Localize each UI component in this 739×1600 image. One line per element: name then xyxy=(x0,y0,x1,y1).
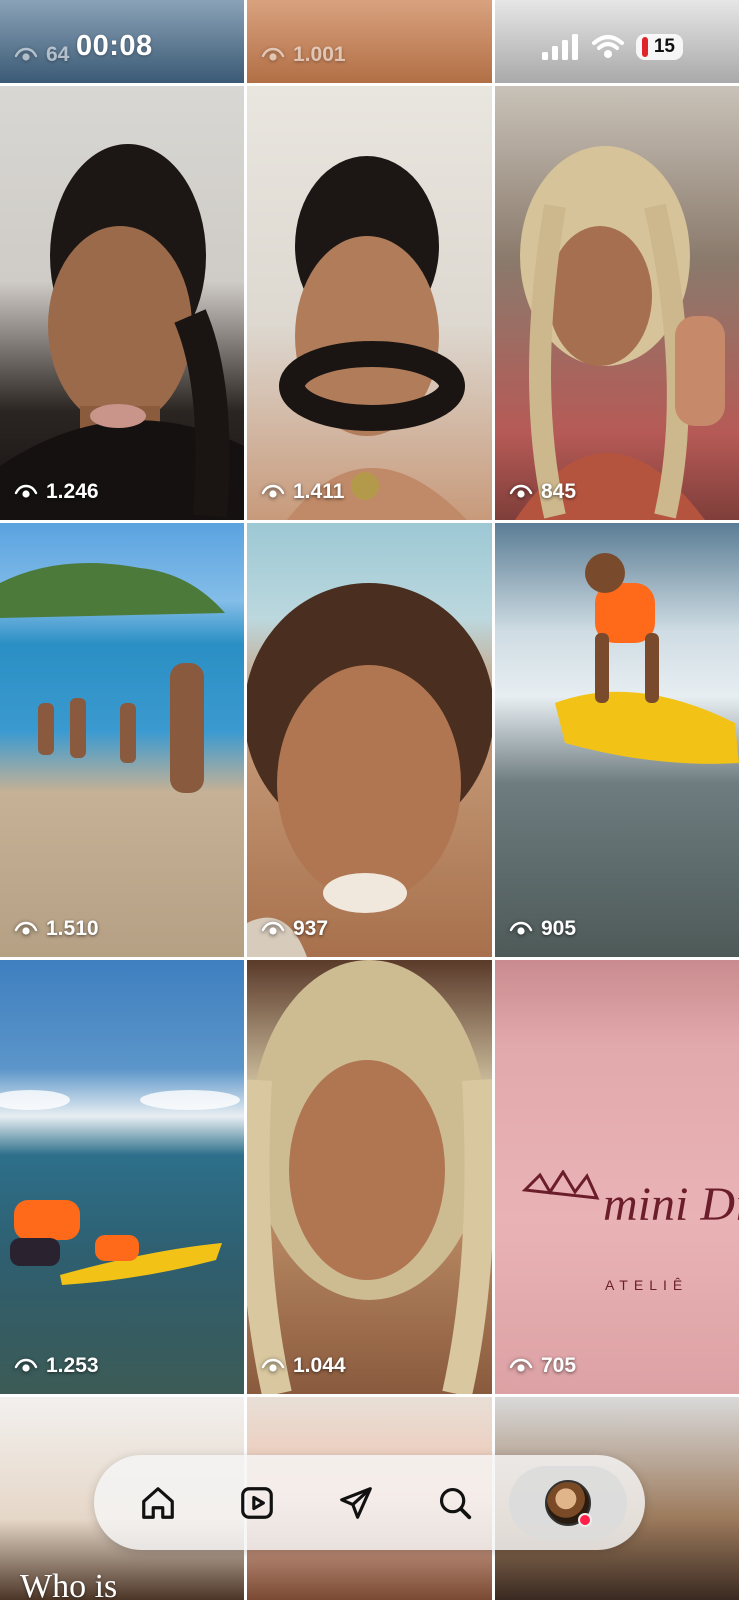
reel-thumbnail[interactable]: 1.001 xyxy=(247,0,492,83)
reel-thumbnail[interactable]: 1.411 xyxy=(247,86,492,520)
mini-diva-logo: mini Diva ATELIÊ xyxy=(505,1169,739,1315)
bottom-nav-bar xyxy=(94,1455,645,1550)
reels-grid: 64 1.001 1.246 1.411 845 1.510 937 905 1… xyxy=(0,0,739,1600)
portrait-photo xyxy=(515,146,725,520)
view-count: 845 xyxy=(509,480,576,504)
battery-level-icon xyxy=(641,37,648,57)
view-count: 1.411 xyxy=(261,480,344,504)
nav-reels-button[interactable] xyxy=(212,1466,302,1540)
reel-thumbnail[interactable]: 845 xyxy=(495,86,739,520)
overlay-text: Who is xyxy=(20,1568,118,1600)
send-icon xyxy=(339,1486,372,1519)
svg-text:mini Diva: mini Diva xyxy=(603,1178,739,1231)
view-count: 905 xyxy=(509,917,576,941)
eye-icon xyxy=(261,47,285,61)
view-count: 937 xyxy=(261,917,328,941)
signal-icon xyxy=(541,34,578,60)
beach-photo xyxy=(0,563,225,793)
battery-indicator: 15 xyxy=(635,34,683,60)
eye-icon xyxy=(14,484,38,498)
surf-photo xyxy=(555,553,739,764)
view-count: 1.246 xyxy=(14,480,99,504)
status-time: 00:08 xyxy=(76,30,153,62)
view-count: 1.001 xyxy=(261,43,346,67)
eye-icon xyxy=(261,921,285,935)
child-portrait-photo xyxy=(247,583,492,957)
portrait-photo xyxy=(279,156,467,520)
reel-thumbnail[interactable]: 1.044 xyxy=(247,960,492,1394)
reel-thumbnail[interactable]: 937 xyxy=(247,523,492,957)
portrait-photo xyxy=(0,144,244,520)
eye-icon xyxy=(261,484,285,498)
eye-icon xyxy=(509,1358,533,1372)
reel-thumbnail[interactable]: 905 xyxy=(495,523,739,957)
wifi-icon xyxy=(591,35,624,58)
view-count: 1.253 xyxy=(14,1354,99,1378)
eye-icon xyxy=(509,921,533,935)
reel-thumbnail[interactable]: 1.246 xyxy=(0,86,244,520)
view-count: 1.044 xyxy=(261,1354,346,1378)
nav-messages-button[interactable] xyxy=(311,1466,401,1540)
eye-icon xyxy=(14,1358,38,1372)
reel-thumbnail[interactable]: mini Diva ATELIÊ 705 xyxy=(495,960,739,1394)
nav-home-button[interactable] xyxy=(113,1466,203,1540)
search-icon xyxy=(439,1487,471,1519)
view-count: 64 xyxy=(14,43,69,67)
status-icons: 15 xyxy=(541,34,683,60)
nav-profile-button[interactable] xyxy=(508,1465,627,1540)
notification-dot xyxy=(577,1512,592,1527)
nav-search-button[interactable] xyxy=(410,1466,500,1540)
profile-avatar xyxy=(544,1479,592,1527)
view-count: 1.510 xyxy=(14,917,99,941)
eye-icon xyxy=(14,47,38,61)
eye-icon xyxy=(261,1358,285,1372)
portrait-photo xyxy=(247,960,492,1394)
eye-icon xyxy=(14,921,38,935)
home-icon xyxy=(141,1486,174,1519)
view-count: 705 xyxy=(509,1354,576,1378)
eye-icon xyxy=(509,484,533,498)
reel-thumbnail[interactable]: 1.510 xyxy=(0,523,244,957)
reel-thumbnail[interactable]: 1.253 xyxy=(0,960,244,1394)
surf-lesson-photo xyxy=(0,1090,240,1285)
reels-icon xyxy=(240,1486,273,1519)
svg-text:ATELIÊ: ATELIÊ xyxy=(605,1277,688,1293)
